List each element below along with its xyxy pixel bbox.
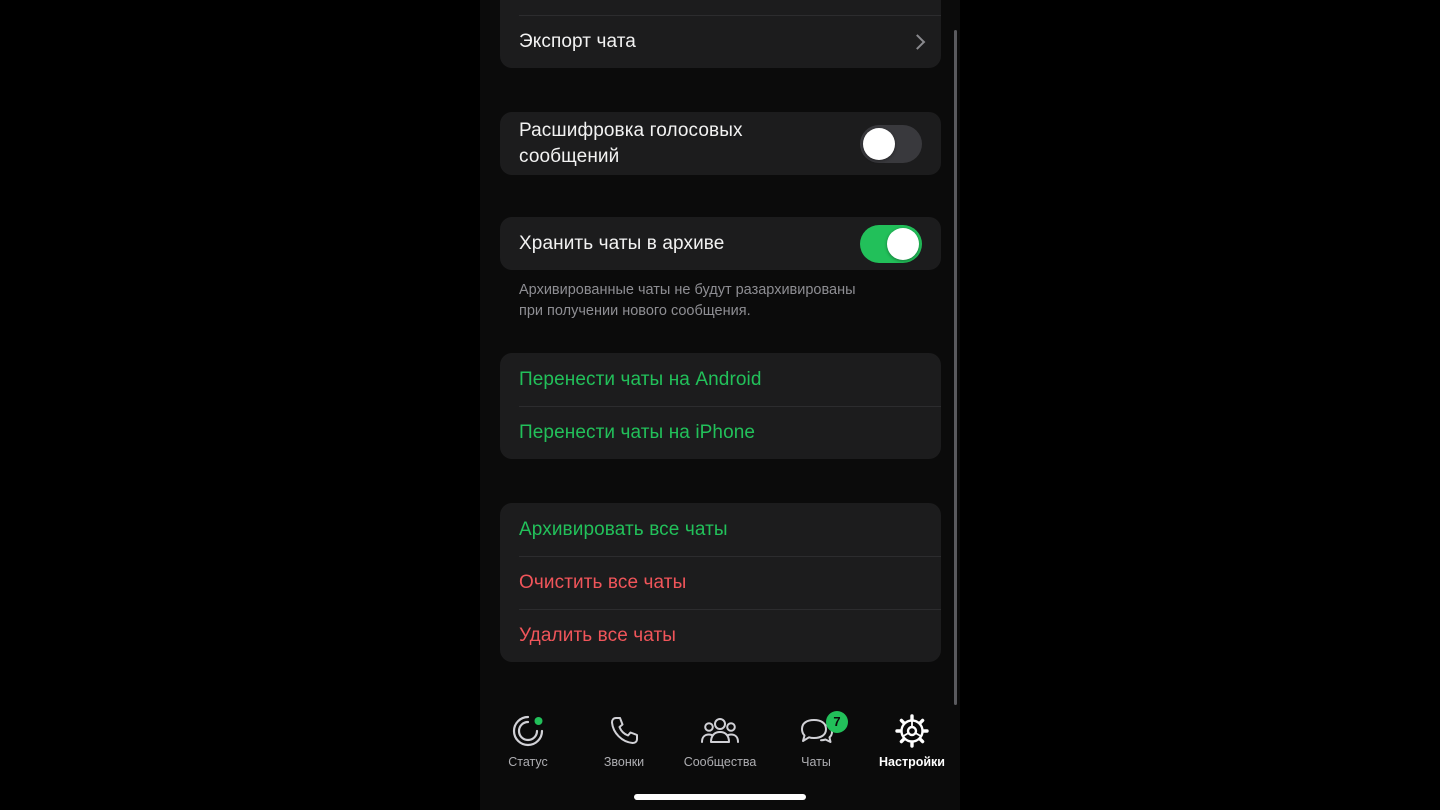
people-group-icon [701, 718, 739, 743]
chevron-right-icon [909, 33, 926, 50]
phone-icon [611, 717, 638, 744]
tab-status-label: Статус [508, 755, 548, 769]
tab-settings[interactable]: Настройки [864, 713, 960, 773]
archive-footnote: Архивированные чаты не будут разархивиро… [519, 280, 919, 322]
tab-settings-label: Настройки [879, 755, 945, 769]
toggle-knob [863, 127, 895, 160]
keep-archived-row: Хранить чаты в архиве [500, 217, 941, 270]
transcription-group: Расшифровка голосовых сообщений [500, 112, 941, 175]
gear-icon [895, 714, 929, 748]
tab-chats[interactable]: 7 Чаты [768, 711, 864, 773]
tab-calls[interactable]: Звонки [576, 713, 672, 773]
home-indicator[interactable] [634, 794, 806, 800]
export-chat-label: Экспорт чата [519, 30, 636, 52]
clear-all-row[interactable]: Очистить все чаты [500, 556, 941, 609]
archive-footnote-line2: при получении нового сообщения. [519, 303, 751, 319]
transfer-group: Перенести чаты на Android Перенести чаты… [500, 353, 941, 459]
transfer-iphone-label: Перенести чаты на iPhone [519, 421, 756, 443]
keep-archived-toggle[interactable] [860, 224, 922, 263]
delete-all-row[interactable]: Удалить все чаты [500, 609, 941, 662]
tab-communities-label: Сообщества [683, 755, 757, 769]
transcription-toggle[interactable] [860, 124, 922, 163]
transfer-android-label: Перенести чаты на Android [519, 368, 762, 390]
transfer-android-row[interactable]: Перенести чаты на Android [500, 353, 941, 406]
bulk-actions-group: Архивировать все чаты Очистить все чаты … [500, 503, 941, 662]
archive-all-label: Архивировать все чаты [519, 518, 728, 540]
transcription-row: Расшифровка голосовых сообщений [500, 112, 941, 175]
export-group: Экспорт чата [500, 0, 941, 68]
scrollbar[interactable] [954, 30, 957, 705]
archive-footnote-line1: Архивированные чаты не будут разархивиро… [519, 282, 856, 298]
clear-all-label: Очистить все чаты [519, 571, 687, 593]
transcription-label-line1: Расшифровка голосовых [519, 119, 743, 141]
toggle-knob [887, 227, 919, 260]
tab-communities[interactable]: Сообщества [672, 713, 768, 773]
tab-status[interactable]: Статус [480, 713, 576, 773]
export-chat-row[interactable]: Экспорт чата [500, 15, 941, 68]
tab-chats-label: Чаты [801, 755, 831, 769]
transcription-label: Расшифровка голосовых сообщений [519, 118, 743, 170]
keep-archived-label: Хранить чаты в архиве [519, 232, 725, 254]
tab-calls-label: Звонки [603, 755, 645, 769]
settings-screen: Экспорт чата Расшифровка голосовых сообщ… [480, 0, 960, 810]
delete-all-label: Удалить все чаты [519, 624, 677, 646]
hidden-row-above[interactable] [500, 0, 941, 15]
transfer-iphone-row[interactable]: Перенести чаты на iPhone [500, 406, 941, 459]
transcription-label-line2: сообщений [519, 145, 620, 167]
archive-all-row[interactable]: Архивировать все чаты [500, 503, 941, 556]
archive-group: Хранить чаты в архиве [500, 217, 941, 270]
status-ring-icon [512, 715, 544, 747]
chats-unread-badge: 7 [826, 711, 848, 733]
